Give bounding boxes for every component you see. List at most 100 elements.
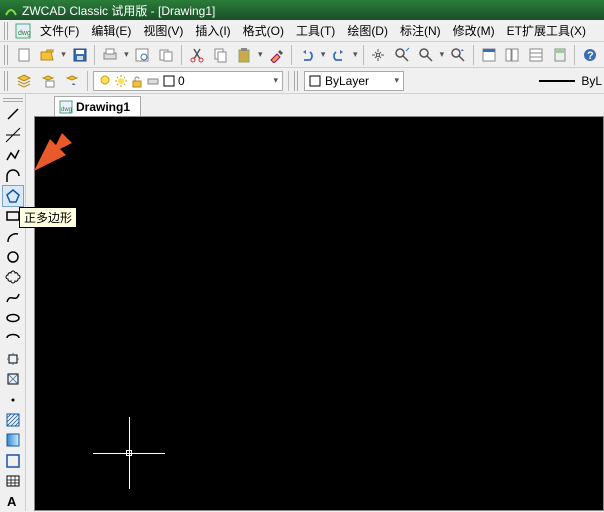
separator <box>181 45 182 65</box>
table-button[interactable] <box>2 470 24 491</box>
layer-prev-button[interactable] <box>61 70 83 92</box>
color-swatch-icon <box>309 75 321 87</box>
tool-palette-button[interactable] <box>525 44 547 66</box>
help-button[interactable]: ? <box>579 44 601 66</box>
toolbar-layers: 0 ▾ ByLayer ▾ ByL <box>0 68 604 94</box>
dropdown-icon[interactable]: ▾ <box>319 49 328 60</box>
hatch-button[interactable] <box>2 409 24 430</box>
dropdown-icon[interactable]: ▾ <box>351 49 360 60</box>
menu-annotate[interactable]: 标注(N) <box>394 20 447 41</box>
polyline-button[interactable] <box>2 145 24 166</box>
sun-icon <box>114 74 128 88</box>
save-button[interactable] <box>69 44 91 66</box>
document-tab[interactable]: dwg Drawing1 <box>54 96 141 116</box>
construction-line-button[interactable] <box>2 124 24 145</box>
color-value: ByLayer <box>325 74 369 88</box>
dropdown-icon[interactable]: ▾ <box>59 49 68 60</box>
menu-edit[interactable]: 编辑(E) <box>85 20 137 41</box>
grip-icon <box>294 71 300 91</box>
layer-name: 0 <box>178 74 185 88</box>
dropdown-icon[interactable]: ▾ <box>438 49 447 60</box>
pickbox <box>126 450 132 456</box>
workarea: A dwg Drawing1 <box>0 94 604 511</box>
drawing-canvas[interactable] <box>34 116 604 511</box>
grip-icon <box>4 22 10 40</box>
undo-button[interactable] <box>296 44 318 66</box>
separator <box>288 71 289 91</box>
calculator-button[interactable] <box>549 44 571 66</box>
open-button[interactable] <box>37 44 59 66</box>
menu-draw[interactable]: 绘图(D) <box>341 20 394 41</box>
menu-modify[interactable]: 修改(M) <box>447 20 501 41</box>
menu-format[interactable]: 格式(O) <box>237 20 290 41</box>
color-combo[interactable]: ByLayer ▾ <box>304 71 404 91</box>
preview-button[interactable] <box>132 44 154 66</box>
menu-insert[interactable]: 插入(I) <box>189 20 236 41</box>
make-block-button[interactable] <box>2 368 24 389</box>
toolbar-standard: ▾ ▾ ▾ ▾ ▾ ▾ ? <box>0 42 604 68</box>
canvas-area: dwg Drawing1 <box>34 94 604 511</box>
app-menu-icon[interactable]: dwg <box>13 22 33 40</box>
bulb-on-icon <box>98 74 112 88</box>
mtext-button[interactable]: A <box>2 491 24 512</box>
gradient-button[interactable] <box>2 430 24 451</box>
polygon-button[interactable] <box>2 185 24 206</box>
separator <box>473 45 474 65</box>
document-tabs: dwg Drawing1 <box>34 94 604 116</box>
color-swatch-icon <box>163 75 175 87</box>
chevron-down-icon: ▾ <box>273 75 278 86</box>
layer-state-button[interactable] <box>37 70 59 92</box>
linetype-preview-icon <box>539 74 575 88</box>
separator <box>574 45 575 65</box>
menubar: dwg 文件(F) 编辑(E) 视图(V) 插入(I) 格式(O) 工具(T) … <box>0 20 604 42</box>
lock-open-icon <box>130 74 144 88</box>
linetype-text: ByL <box>581 74 602 88</box>
point-button[interactable] <box>2 389 24 410</box>
line-button[interactable] <box>2 104 24 125</box>
new-button[interactable] <box>13 44 35 66</box>
ellipse-arc-button[interactable] <box>2 328 24 349</box>
menu-et[interactable]: ET扩展工具(X) <box>501 20 592 41</box>
tooltip-text: 正多边形 <box>24 211 72 225</box>
insert-block-button[interactable] <box>2 348 24 369</box>
menu-tools[interactable]: 工具(T) <box>290 20 341 41</box>
arc-button[interactable] <box>2 226 24 247</box>
menu-file[interactable]: 文件(F) <box>34 20 85 41</box>
menu-view[interactable]: 视图(V) <box>137 20 189 41</box>
chevron-down-icon: ▾ <box>394 75 399 86</box>
window-title: ZWCAD Classic 试用版 - [Drawing1] <box>22 2 215 19</box>
svg-text:?: ? <box>587 50 594 62</box>
dropdown-icon[interactable]: ▾ <box>122 49 131 60</box>
dwg-icon: dwg <box>59 100 73 114</box>
match-button[interactable] <box>266 44 288 66</box>
region-button[interactable] <box>2 450 24 471</box>
zoom-realtime-button[interactable] <box>391 44 413 66</box>
copy-button[interactable] <box>210 44 232 66</box>
grip-icon <box>3 96 23 102</box>
cut-button[interactable] <box>186 44 208 66</box>
separator <box>291 45 292 65</box>
ellipse-button[interactable] <box>2 307 24 328</box>
plot-button[interactable] <box>99 44 121 66</box>
layer-combo[interactable]: 0 ▾ <box>93 71 283 91</box>
layer-manager-button[interactable] <box>13 70 35 92</box>
zoom-prev-button[interactable] <box>447 44 469 66</box>
grip-icon <box>4 71 10 91</box>
paste-button[interactable] <box>233 44 255 66</box>
app-logo-icon <box>4 3 18 17</box>
arc-poly-button[interactable] <box>2 165 24 186</box>
separator <box>94 45 95 65</box>
design-center-button[interactable] <box>501 44 523 66</box>
grip-icon <box>4 45 10 65</box>
circle-button[interactable] <box>2 246 24 267</box>
revcloud-button[interactable] <box>2 267 24 288</box>
redo-button[interactable] <box>328 44 350 66</box>
dropdown-icon[interactable]: ▾ <box>256 49 265 60</box>
properties-button[interactable] <box>478 44 500 66</box>
svg-text:dwg: dwg <box>61 107 72 113</box>
spline-button[interactable] <box>2 287 24 308</box>
publish-button[interactable] <box>155 44 177 66</box>
plot-yes-icon <box>146 74 160 88</box>
pan-button[interactable] <box>368 44 390 66</box>
zoom-button[interactable] <box>415 44 437 66</box>
